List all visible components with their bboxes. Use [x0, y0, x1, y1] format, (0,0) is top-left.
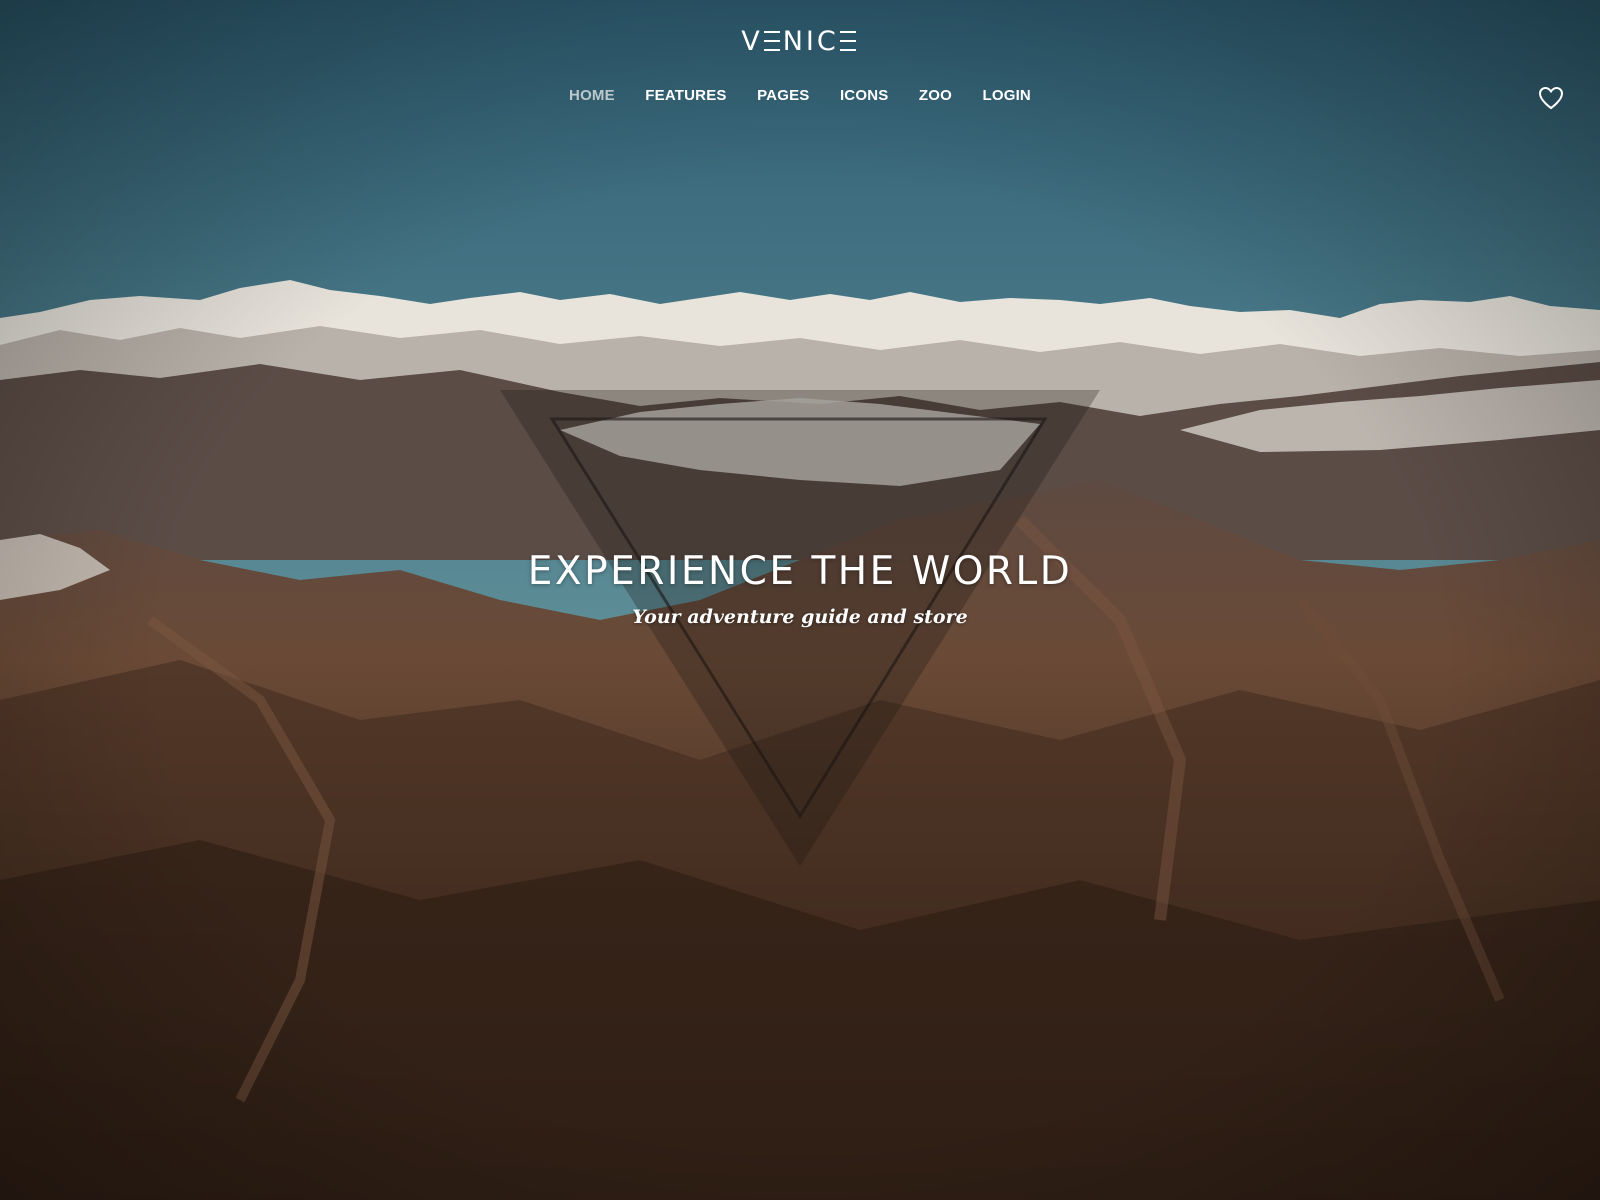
hero-triangle-overlay [500, 390, 1100, 866]
logo[interactable]: V NIC [0, 26, 1600, 57]
hero-section: EXPERIENCE THE WORLD Your adventure guid… [0, 0, 1600, 1200]
main-nav: HOME FEATURES PAGES ICONS ZOO LOGIN [0, 87, 1600, 105]
logo-e-mark [763, 31, 780, 51]
nav-item-home[interactable]: HOME [569, 87, 615, 104]
logo-e-mark [839, 31, 856, 51]
nav-item-icons[interactable]: ICONS [840, 87, 889, 104]
nav-item-pages[interactable]: PAGES [757, 87, 809, 104]
heart-icon[interactable] [1538, 86, 1564, 110]
nav-item-login[interactable]: LOGIN [982, 87, 1031, 104]
hero-subtitle: Your adventure guide and store [632, 606, 968, 628]
nav-item-features[interactable]: FEATURES [645, 87, 726, 104]
logo-text-nic: NIC [782, 26, 839, 57]
hero-title: EXPERIENCE THE WORLD [527, 549, 1073, 594]
nav-item-zoo[interactable]: ZOO [919, 87, 952, 104]
site-header: V NIC HOME FEATURES PAGES ICONS ZOO LOGIN [0, 0, 1600, 130]
logo-text-v: V [741, 26, 763, 57]
